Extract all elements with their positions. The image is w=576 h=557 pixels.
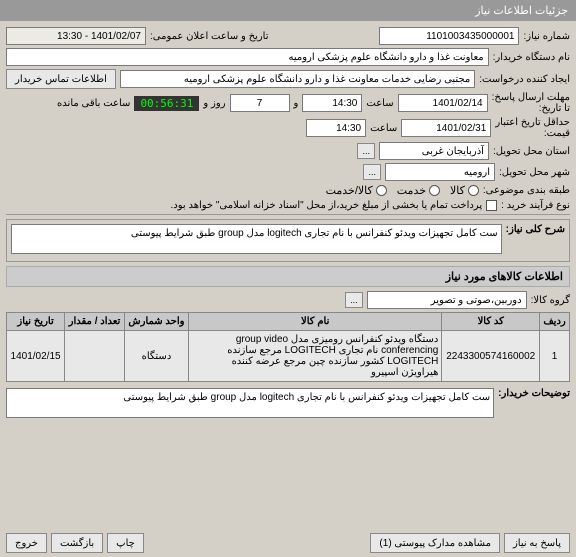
th-code: کد کالا [442,313,540,331]
cell-unit: دستگاه [124,331,188,382]
requester-field: مجتبی رضایی خدمات معاونت غذا و دارو دانش… [120,70,475,88]
buyer-label: نام دستگاه خریدار: [493,52,570,63]
days-field: 7 [230,94,290,112]
requester-label: ایجاد کننده درخواست: [479,74,570,85]
city-label: شهر محل تحویل: [499,167,570,178]
cell-qty [65,331,125,382]
process-label: نوع فرآیند خرید : [501,200,570,211]
category-label: طبقه بندی موضوعی: [483,185,570,196]
th-row: ردیف [540,313,570,331]
city-field: ارومیه [385,163,495,181]
back-button[interactable]: بازگشت [51,533,103,553]
window-title: جزئیات اطلاعات نیاز [475,4,568,17]
province-lookup-button[interactable]: ... [357,143,375,159]
title-bar: جزئیات اطلاعات نیاز [0,0,576,21]
deadline-label: مهلت ارسال پاسخ: [492,92,570,103]
print-button[interactable]: چاپ [107,533,144,553]
city-lookup-button[interactable]: ... [363,164,381,180]
cell-code: 2243300574160002 [442,331,540,382]
time-label-2: ساعت [370,123,397,134]
items-section-title: اطلاعات کالاهای مورد نیاز [6,266,570,287]
divider [6,214,570,215]
items-table: ردیف کد کالا نام کالا واحد شمارش تعداد /… [6,312,570,382]
buyer-field: معاونت غذا و دارو دانشگاه علوم پزشکی ارو… [6,48,489,66]
table-row[interactable]: 1 2243300574160002 دستگاه ویدئو کنفرانس … [7,331,570,382]
exit-button[interactable]: خروج [6,533,47,553]
attachments-button[interactable]: مشاهده مدارک پیوستی (1) [370,533,500,553]
until-label: تا تاریخ: [492,103,570,114]
validity-date-field: 1401/02/31 [401,119,491,137]
province-field: آذربایجان غربی [379,142,489,160]
public-announce-field: 1401/02/07 - 13:30 [6,27,146,45]
province-label: استان محل تحویل: [493,146,570,157]
need-number-field: 1101003435000001 [379,27,519,45]
radio-both[interactable]: کالا/خدمت [326,184,387,197]
th-unit: واحد شمارش [124,313,188,331]
time-label-1: ساعت [366,98,393,109]
group-field: دوربین،صوتی و تصویر [367,291,527,309]
cell-idx: 1 [540,331,570,382]
desc-label: شرح کلی نیاز: [506,224,565,235]
th-name: نام کالا [189,313,442,331]
public-announce-label: تاریخ و ساعت اعلان عمومی: [150,31,269,42]
buyer-notes-label: توضیحات خریدار: [498,388,570,399]
days-label: روز و [203,98,225,109]
group-lookup-button[interactable]: ... [345,292,363,308]
th-qty: تعداد / مقدار [65,313,125,331]
countdown-timer: 00:56:31 [134,96,199,111]
cell-date: 1401/02/15 [7,331,65,382]
validity-label: حداقل تاریخ اعتبار [495,117,570,128]
validity-time-field: 14:30 [306,119,366,137]
respond-button[interactable]: پاسخ به نیاز [504,533,570,553]
need-number-label: شماره نیاز: [523,31,570,42]
group-label: گروه کالا: [531,295,570,306]
process-checkbox[interactable] [486,200,497,211]
th-date: تاریخ نیاز [7,313,65,331]
radio-goods[interactable]: کالا [450,184,479,197]
desc-field: ست کامل تجهیزات ویدئو کنفرانس با نام تجا… [11,224,502,254]
cell-name: دستگاه ویدئو کنفرانس رومیزی مدل group vi… [189,331,442,382]
price-label: قیمت: [495,128,570,139]
deadline-date-field: 1401/02/14 [398,94,488,112]
remaining-label: ساعت باقی مانده [57,98,130,109]
and-label: و [294,98,299,109]
contact-info-button[interactable]: اطلاعات تماس خریدار [6,69,116,89]
buyer-notes-field: ست کامل تجهیزات ویدئو کنفرانس با نام تجا… [6,388,494,418]
process-text: پرداخت تمام یا بخشی از مبلغ خرید،از محل … [171,200,483,211]
radio-service[interactable]: خدمت [397,184,440,197]
deadline-time-field: 14:30 [302,94,362,112]
